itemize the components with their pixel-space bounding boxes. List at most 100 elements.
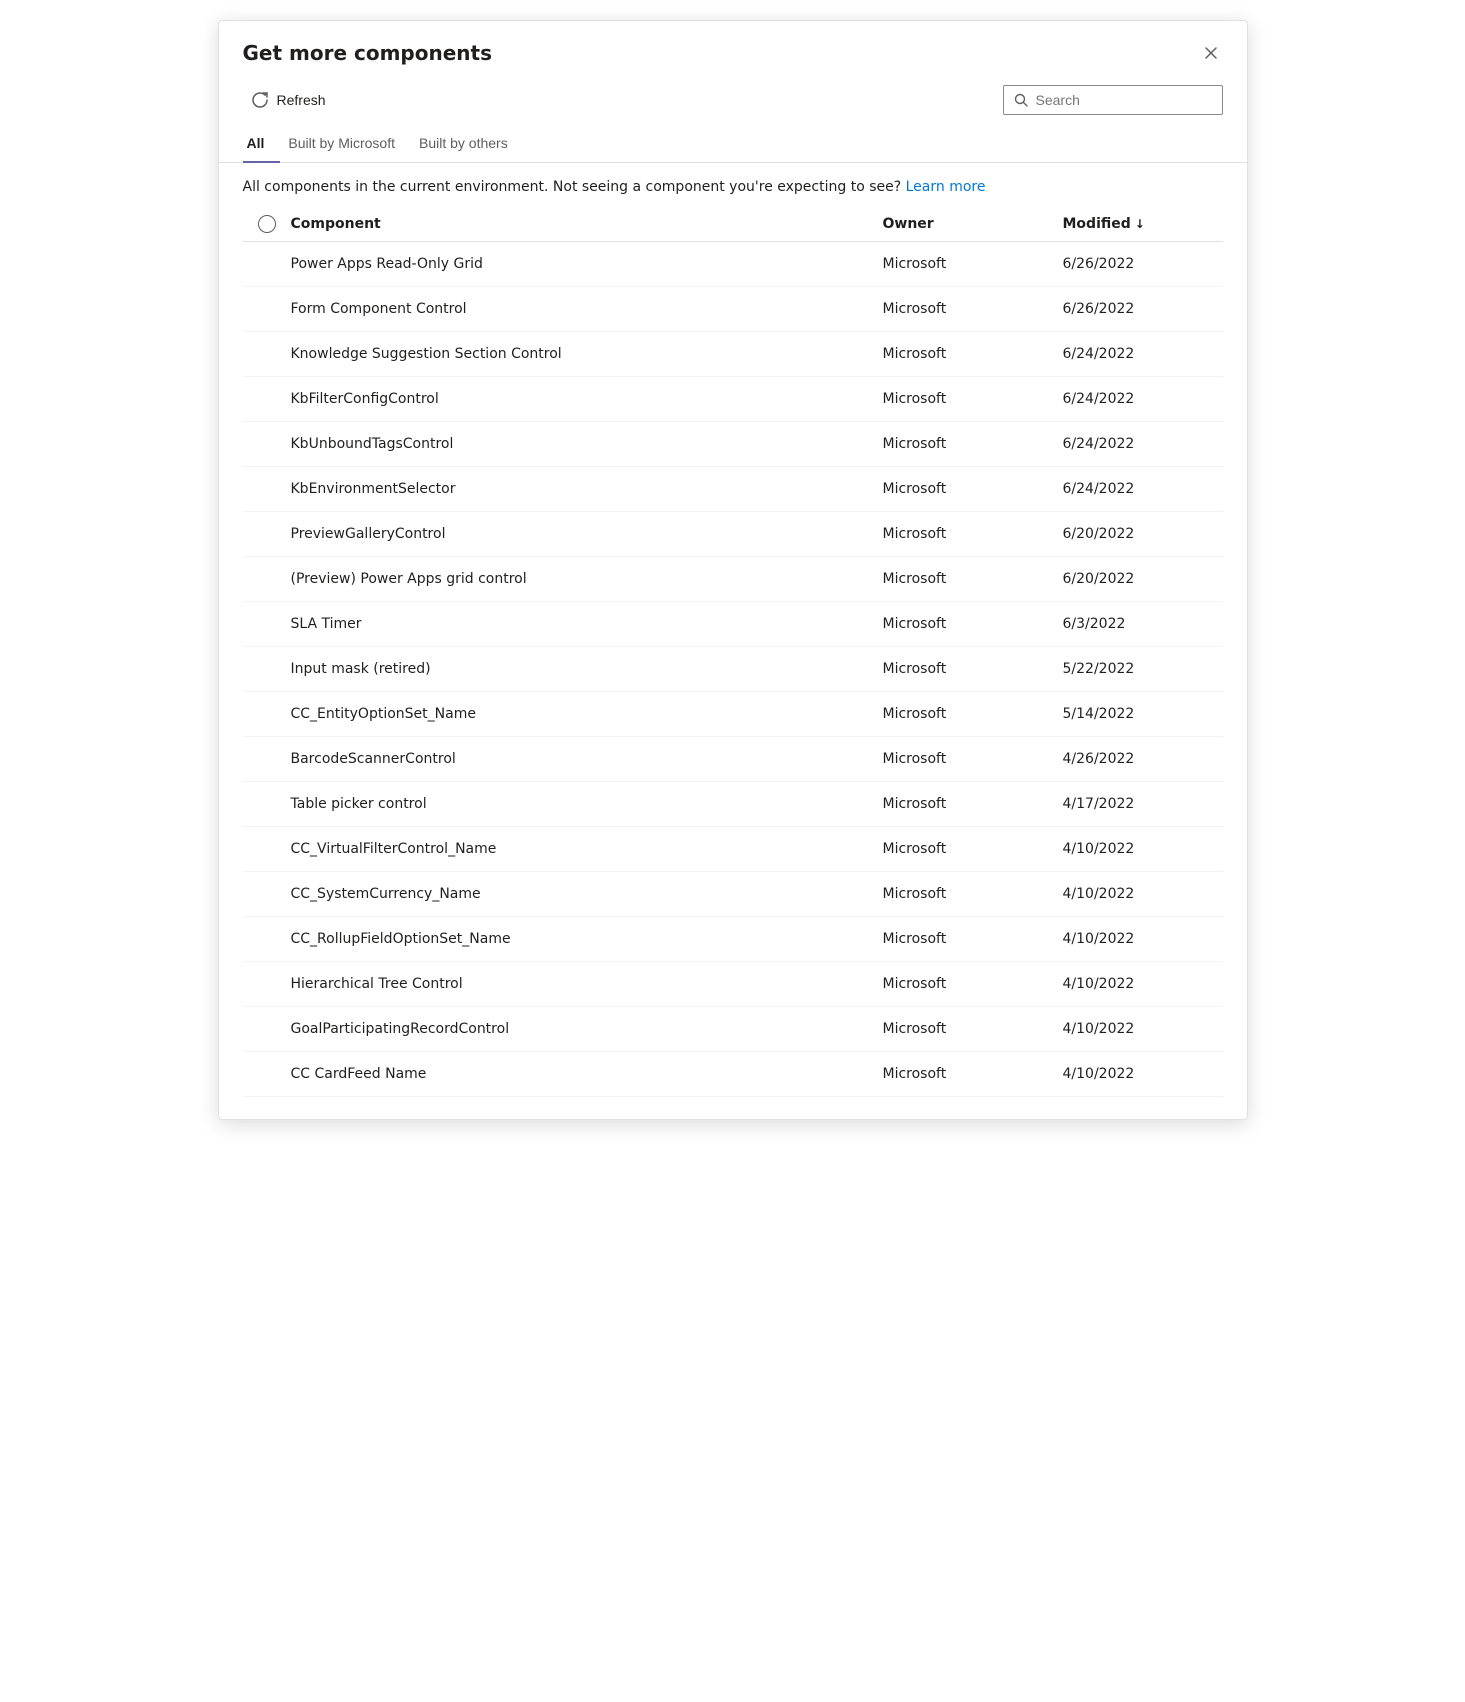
table-row[interactable]: (Preview) Power Apps grid control Micros… [243, 557, 1223, 602]
component-modified: 6/24/2022 [1063, 481, 1223, 497]
component-modified: 4/26/2022 [1063, 751, 1223, 767]
refresh-button[interactable]: Refresh [243, 85, 334, 115]
get-more-components-dialog: Get more components Refresh All Built by… [218, 20, 1248, 1120]
component-name: KbEnvironmentSelector [291, 481, 883, 497]
component-owner: Microsoft [883, 706, 1063, 722]
table-row[interactable]: KbFilterConfigControl Microsoft 6/24/202… [243, 377, 1223, 422]
table-row[interactable]: Power Apps Read-Only Grid Microsoft 6/26… [243, 242, 1223, 287]
learn-more-link[interactable]: Learn more [906, 179, 986, 195]
table-row[interactable]: Input mask (retired) Microsoft 5/22/2022 [243, 647, 1223, 692]
component-name: CC_EntityOptionSet_Name [291, 706, 883, 722]
info-text: All components in the current environmen… [243, 179, 902, 195]
table-row[interactable]: Hierarchical Tree Control Microsoft 4/10… [243, 962, 1223, 1007]
search-input[interactable] [1036, 92, 1212, 108]
component-modified: 4/10/2022 [1063, 1021, 1223, 1037]
select-all-checkbox[interactable] [258, 215, 276, 233]
component-modified: 4/10/2022 [1063, 841, 1223, 857]
dialog-title: Get more components [243, 41, 492, 65]
tab-built-by-others[interactable]: Built by others [411, 127, 524, 163]
component-owner: Microsoft [883, 886, 1063, 902]
search-box[interactable] [1003, 85, 1223, 115]
component-owner: Microsoft [883, 661, 1063, 677]
table-header-row: Component Owner Modified ↓ [243, 207, 1223, 242]
table-body: Power Apps Read-Only Grid Microsoft 6/26… [243, 242, 1223, 1097]
component-name: SLA Timer [291, 616, 883, 632]
header-checkbox-cell [243, 215, 291, 233]
column-header-owner: Owner [883, 216, 1063, 232]
tab-all[interactable]: All [243, 127, 281, 163]
component-modified: 4/17/2022 [1063, 796, 1223, 812]
component-owner: Microsoft [883, 841, 1063, 857]
component-name: Hierarchical Tree Control [291, 976, 883, 992]
component-owner: Microsoft [883, 391, 1063, 407]
table-row[interactable]: CC CardFeed Name Microsoft 4/10/2022 [243, 1052, 1223, 1097]
refresh-icon [251, 91, 269, 109]
component-name: CC_VirtualFilterControl_Name [291, 841, 883, 857]
table-row[interactable]: BarcodeScannerControl Microsoft 4/26/202… [243, 737, 1223, 782]
component-name: CC CardFeed Name [291, 1066, 883, 1082]
table-row[interactable]: KbUnboundTagsControl Microsoft 6/24/2022 [243, 422, 1223, 467]
component-modified: 4/10/2022 [1063, 1066, 1223, 1082]
component-name: Input mask (retired) [291, 661, 883, 677]
component-modified: 6/20/2022 [1063, 571, 1223, 587]
toolbar: Refresh [219, 77, 1247, 115]
tab-built-by-microsoft[interactable]: Built by Microsoft [280, 127, 411, 163]
component-modified: 6/26/2022 [1063, 301, 1223, 317]
table-row[interactable]: SLA Timer Microsoft 6/3/2022 [243, 602, 1223, 647]
component-owner: Microsoft [883, 256, 1063, 272]
component-owner: Microsoft [883, 301, 1063, 317]
component-modified: 4/10/2022 [1063, 976, 1223, 992]
table-row[interactable]: Table picker control Microsoft 4/17/2022 [243, 782, 1223, 827]
component-owner: Microsoft [883, 976, 1063, 992]
component-modified: 6/24/2022 [1063, 391, 1223, 407]
table-row[interactable]: KbEnvironmentSelector Microsoft 6/24/202… [243, 467, 1223, 512]
table-row[interactable]: Form Component Control Microsoft 6/26/20… [243, 287, 1223, 332]
component-name: KbUnboundTagsControl [291, 436, 883, 452]
component-owner: Microsoft [883, 616, 1063, 632]
component-owner: Microsoft [883, 751, 1063, 767]
component-name: Table picker control [291, 796, 883, 812]
column-header-modified[interactable]: Modified ↓ [1063, 216, 1223, 232]
component-owner: Microsoft [883, 931, 1063, 947]
table-row[interactable]: CC_VirtualFilterControl_Name Microsoft 4… [243, 827, 1223, 872]
component-name: CC_SystemCurrency_Name [291, 886, 883, 902]
component-name: Power Apps Read-Only Grid [291, 256, 883, 272]
component-owner: Microsoft [883, 481, 1063, 497]
table-row[interactable]: CC_RollupFieldOptionSet_Name Microsoft 4… [243, 917, 1223, 962]
table-row[interactable]: CC_SystemCurrency_Name Microsoft 4/10/20… [243, 872, 1223, 917]
component-owner: Microsoft [883, 1066, 1063, 1082]
component-modified: 6/3/2022 [1063, 616, 1223, 632]
table-row[interactable]: CC_EntityOptionSet_Name Microsoft 5/14/2… [243, 692, 1223, 737]
table-row[interactable]: Knowledge Suggestion Section Control Mic… [243, 332, 1223, 377]
component-name: Knowledge Suggestion Section Control [291, 346, 883, 362]
info-bar: All components in the current environmen… [219, 163, 1247, 207]
search-icon [1014, 93, 1028, 107]
component-modified: 5/14/2022 [1063, 706, 1223, 722]
components-table: Component Owner Modified ↓ Power Apps Re… [219, 207, 1247, 1097]
component-modified: 4/10/2022 [1063, 931, 1223, 947]
tabs-bar: All Built by Microsoft Built by others [219, 115, 1247, 163]
component-name: KbFilterConfigControl [291, 391, 883, 407]
component-name: GoalParticipatingRecordControl [291, 1021, 883, 1037]
sort-descending-icon: ↓ [1135, 217, 1145, 231]
component-name: BarcodeScannerControl [291, 751, 883, 767]
component-modified: 6/20/2022 [1063, 526, 1223, 542]
close-icon [1203, 45, 1219, 61]
table-row[interactable]: GoalParticipatingRecordControl Microsoft… [243, 1007, 1223, 1052]
component-name: CC_RollupFieldOptionSet_Name [291, 931, 883, 947]
component-name: Form Component Control [291, 301, 883, 317]
refresh-label: Refresh [277, 92, 326, 108]
component-name: PreviewGalleryControl [291, 526, 883, 542]
component-owner: Microsoft [883, 346, 1063, 362]
table-row[interactable]: PreviewGalleryControl Microsoft 6/20/202… [243, 512, 1223, 557]
component-owner: Microsoft [883, 526, 1063, 542]
component-owner: Microsoft [883, 1021, 1063, 1037]
component-modified: 5/22/2022 [1063, 661, 1223, 677]
close-button[interactable] [1199, 41, 1223, 65]
component-modified: 6/24/2022 [1063, 436, 1223, 452]
component-owner: Microsoft [883, 796, 1063, 812]
component-modified: 6/24/2022 [1063, 346, 1223, 362]
component-owner: Microsoft [883, 436, 1063, 452]
dialog-header: Get more components [219, 21, 1247, 77]
component-modified: 6/26/2022 [1063, 256, 1223, 272]
